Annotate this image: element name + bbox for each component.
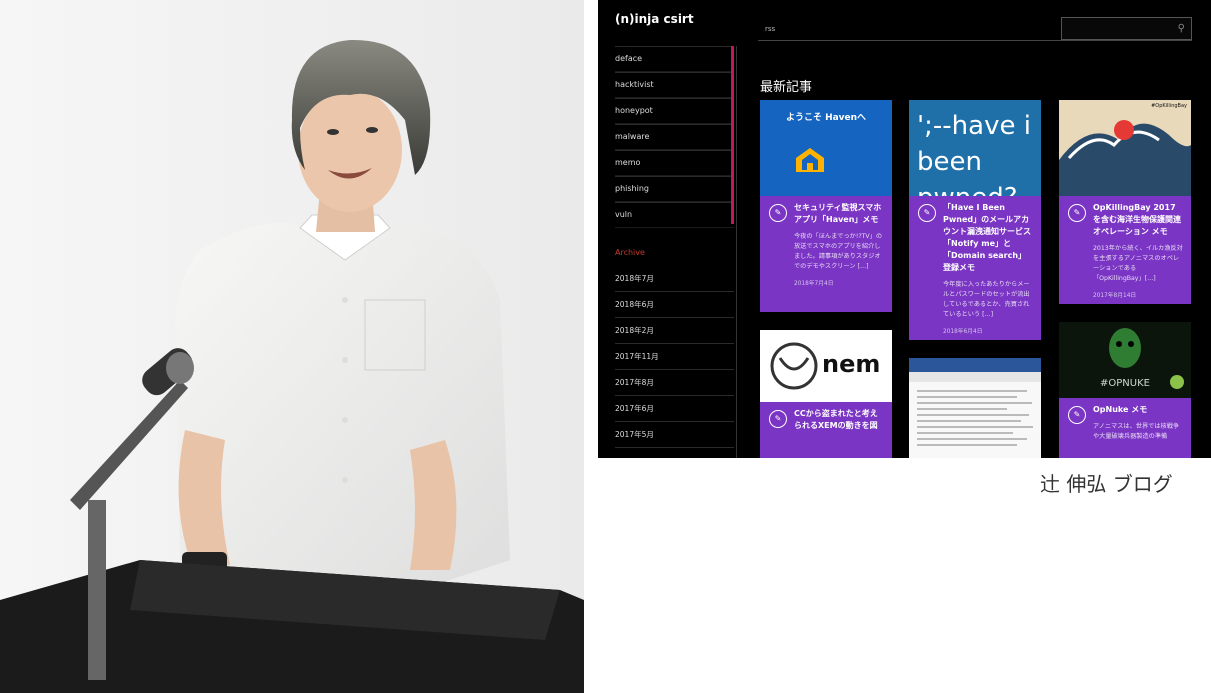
post-excerpt: 今年度に入ったあたりからメールとパスワードのセットが流出しているであるとか、売買… <box>943 281 1030 318</box>
archive-list: 2018年7月 2018年6月 2018年2月 2017年11月 2017年8月… <box>615 266 734 448</box>
post-excerpt: アノニマスは、世界では核戦争や大量破壊兵器製造の準備 <box>1093 423 1180 440</box>
rss-link[interactable]: rss <box>765 25 775 33</box>
post-thumbnail[interactable]: ';--have i been pwned? <box>909 100 1041 196</box>
post-date: 2017年8月14日 <box>1093 293 1137 299</box>
document-screenshot-image <box>909 358 1041 446</box>
site-title[interactable]: (n)inja csirt <box>615 12 694 26</box>
post-thumbnail[interactable]: nem <box>760 330 892 402</box>
search-icon[interactable]: ⚲ <box>1178 23 1185 34</box>
thumbnail-text: #OpKillingBay <box>1151 103 1187 109</box>
nav-item-memo[interactable]: memo <box>615 150 734 176</box>
post-card[interactable]: #OpKillingBay ✎ OpKillingBay 2017 を含む海洋生… <box>1059 100 1191 304</box>
post-card[interactable]: nem ✎ CCから盗まれたと考えられるXEMの動きを図 <box>760 330 892 458</box>
haven-logo-icon <box>796 148 824 172</box>
post-thumbnail[interactable]: #OPNUKE <box>1059 322 1191 398</box>
column-divider <box>736 46 737 458</box>
post-card[interactable]: #OPNUKE ✎ OpNuke メモ アノニマスは、世界では核戦争や大量破壊兵… <box>1059 322 1191 458</box>
pencil-icon: ✎ <box>1068 406 1086 424</box>
archive-heading: Archive <box>615 248 645 257</box>
archive-item[interactable]: 2017年6月 <box>615 396 734 422</box>
nav-item-honeypot[interactable]: honeypot <box>615 98 734 124</box>
post-title[interactable]: セキュリティ監視スマホアプリ「Haven」メモ <box>794 202 884 226</box>
search-input[interactable]: ⚲ <box>1061 17 1192 40</box>
post-card[interactable] <box>909 358 1041 458</box>
post-title[interactable]: CCから盗まれたと考えられるXEMの動きを図 <box>794 408 884 432</box>
category-nav: deface hacktivist honeypot malware memo … <box>615 46 734 228</box>
post-title[interactable]: 「Have I Been Pwned」のメールアカウント漏洩通知サービス「Not… <box>943 202 1033 274</box>
blog-screenshot: (n)inja csirt deface hacktivist honeypot… <box>598 0 1211 458</box>
image-caption: 辻 伸弘 ブログ <box>1040 472 1173 496</box>
post-thumbnail[interactable] <box>909 358 1041 458</box>
nav-item-vuln[interactable]: vuln <box>615 202 734 228</box>
great-wave-image <box>1059 100 1191 196</box>
archive-item[interactable]: 2018年2月 <box>615 318 734 344</box>
pencil-icon: ✎ <box>769 410 787 428</box>
post-date: 2018年7月4日 <box>794 281 834 287</box>
nav-item-phishing[interactable]: phishing <box>615 176 734 202</box>
post-excerpt: 2013年から続く、イルカ漁反対を主張するアノニマスのオペレーションである「Op… <box>1093 245 1183 282</box>
post-title[interactable]: OpKillingBay 2017 を含む海洋生物保護関連オペレーション メモ <box>1093 202 1183 238</box>
speaker-photo <box>0 0 584 693</box>
latest-posts-heading: 最新記事 <box>760 80 813 95</box>
post-date: 2018年6月4日 <box>943 329 983 335</box>
pencil-icon: ✎ <box>918 204 936 222</box>
nav-accent-bar <box>731 46 734 224</box>
thumbnail-text: ';--have i been pwned? <box>917 111 1031 196</box>
thumbnail-text: #OPNUKE <box>1100 378 1150 389</box>
archive-item[interactable]: 2017年5月 <box>615 422 734 448</box>
post-card[interactable]: ようこそ Havenへ ✎ セキュリティ監視スマホアプリ「Haven」メモ 今夜… <box>760 100 892 312</box>
pencil-icon: ✎ <box>769 204 787 222</box>
nav-item-malware[interactable]: malware <box>615 124 734 150</box>
thumbnail-text: nem <box>822 350 881 378</box>
header-divider <box>758 40 1192 41</box>
archive-item[interactable]: 2017年8月 <box>615 370 734 396</box>
post-thumbnail[interactable]: #OpKillingBay <box>1059 100 1191 196</box>
archive-item[interactable]: 2018年7月 <box>615 266 734 292</box>
pencil-icon: ✎ <box>1068 204 1086 222</box>
nav-item-deface[interactable]: deface <box>615 46 734 72</box>
post-title[interactable]: OpNuke メモ <box>1093 404 1183 416</box>
post-excerpt: 今夜の「ほんまでっか!?TV」の放送でスマホのアプリを紹介しました。請事項があり… <box>794 233 883 270</box>
archive-item[interactable]: 2018年6月 <box>615 292 734 318</box>
archive-item[interactable]: 2017年11月 <box>615 344 734 370</box>
nav-item-hacktivist[interactable]: hacktivist <box>615 72 734 98</box>
post-card[interactable]: ';--have i been pwned? ✎ 「Have I Been Pw… <box>909 100 1041 340</box>
post-thumbnail[interactable]: ようこそ Havenへ <box>760 100 892 196</box>
